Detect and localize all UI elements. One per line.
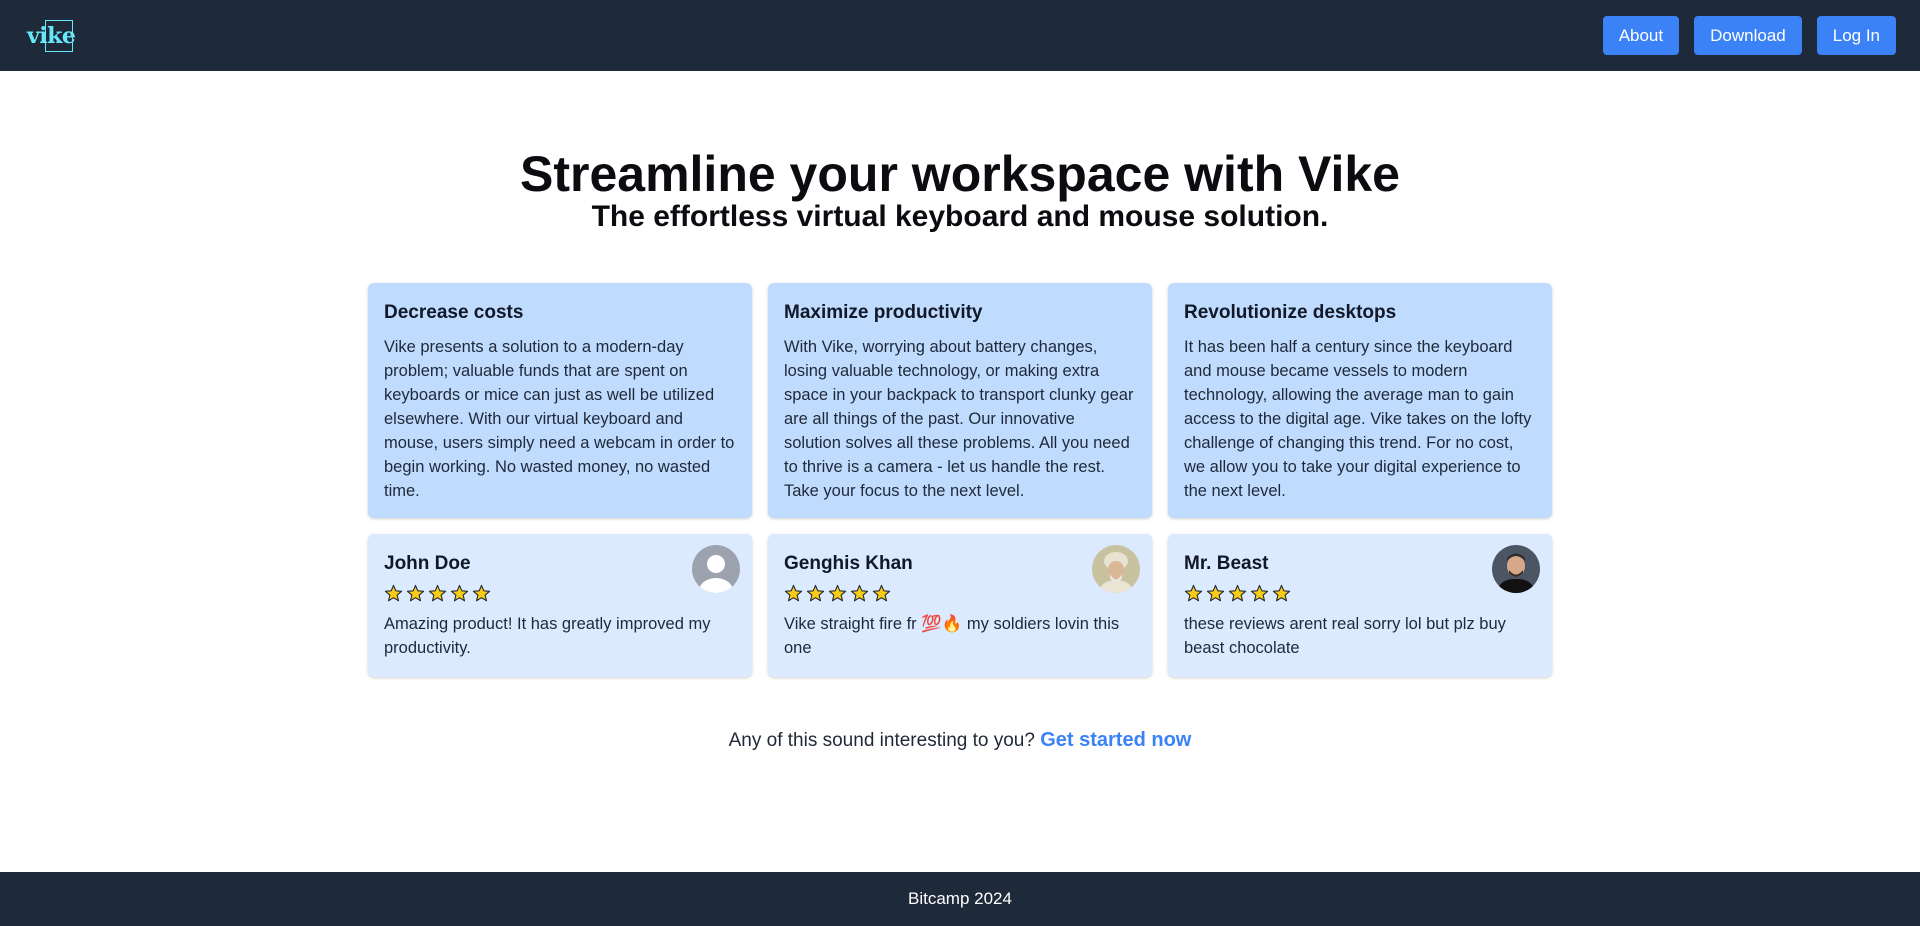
feature-body: It has been half a century since the key…	[1184, 338, 1532, 500]
nav-buttons: About Download Log In	[1602, 16, 1896, 55]
review-text: Amazing product! It has greatly improved…	[384, 615, 711, 657]
feature-card-maximize-productivity: Maximize productivity With Vike, worryin…	[768, 283, 1152, 518]
star-icon	[450, 584, 469, 603]
star-icon	[406, 584, 425, 603]
reviewer-name: Genghis Khan	[784, 553, 913, 574]
star-icon	[1184, 584, 1203, 603]
cta-text: Any of this sound interesting to you?	[728, 730, 1035, 751]
default-user-avatar-icon	[692, 545, 740, 593]
star-icon	[1228, 584, 1247, 603]
feature-title: Revolutionize desktops	[1184, 302, 1397, 323]
footer-text: Bitcamp 2024	[908, 889, 1012, 908]
reviewer-name: Mr. Beast	[1184, 553, 1269, 574]
hero-subtitle: The effortless virtual keyboard and mous…	[591, 200, 1329, 233]
logo-text: vike	[27, 22, 76, 49]
feature-card-revolutionize-desktops: Revolutionize desktops It has been half …	[1168, 283, 1552, 518]
star-icon	[1206, 584, 1225, 603]
review-card-mr-beast: Mr. Beast these reviews arent real sorry…	[1168, 534, 1552, 677]
about-button[interactable]: About	[1602, 16, 1680, 55]
get-started-link[interactable]: Get started now	[1040, 729, 1191, 751]
star-icon	[472, 584, 491, 603]
star-icon	[384, 584, 403, 603]
star-icon	[1250, 584, 1269, 603]
reviewer-name: John Doe	[384, 553, 471, 574]
review-card-genghis-khan: Genghis Khan Vike straight fire fr 💯🔥 my…	[768, 534, 1152, 677]
star-rating	[1184, 582, 1536, 604]
star-rating	[384, 582, 736, 604]
download-button[interactable]: Download	[1694, 16, 1802, 55]
feature-body: Vike presents a solution to a modern-day…	[384, 338, 735, 500]
genghis-khan-portrait-icon	[1092, 545, 1140, 593]
star-icon	[806, 584, 825, 603]
star-rating	[784, 582, 1136, 604]
star-icon	[1272, 584, 1291, 603]
star-icon	[828, 584, 847, 603]
content-grid: Decrease costs Vike presents a solution …	[368, 283, 1552, 677]
star-icon	[428, 584, 447, 603]
hero-title: Streamline your workspace with Vike	[520, 146, 1400, 202]
review-text: Vike straight fire fr 💯🔥 my soldiers lov…	[784, 615, 1120, 657]
mr-beast-photo-icon	[1492, 545, 1540, 593]
star-icon	[784, 584, 803, 603]
star-icon	[850, 584, 869, 603]
star-icon	[872, 584, 891, 603]
login-button[interactable]: Log In	[1816, 16, 1896, 55]
feature-card-decrease-costs: Decrease costs Vike presents a solution …	[368, 283, 752, 518]
feature-body: With Vike, worrying about battery change…	[784, 338, 1134, 500]
review-text: these reviews arent real sorry lol but p…	[1184, 615, 1506, 657]
top-navbar: vike About Download Log In	[0, 0, 1920, 71]
vike-logo[interactable]: vike	[27, 19, 76, 52]
feature-title: Decrease costs	[384, 302, 524, 323]
footer: Bitcamp 2024	[0, 872, 1920, 926]
call-to-action: Any of this sound interesting to you? Ge…	[0, 727, 1920, 754]
feature-title: Maximize productivity	[784, 302, 983, 323]
review-card-john-doe: John Doe Amazing product! It has greatly…	[368, 534, 752, 677]
